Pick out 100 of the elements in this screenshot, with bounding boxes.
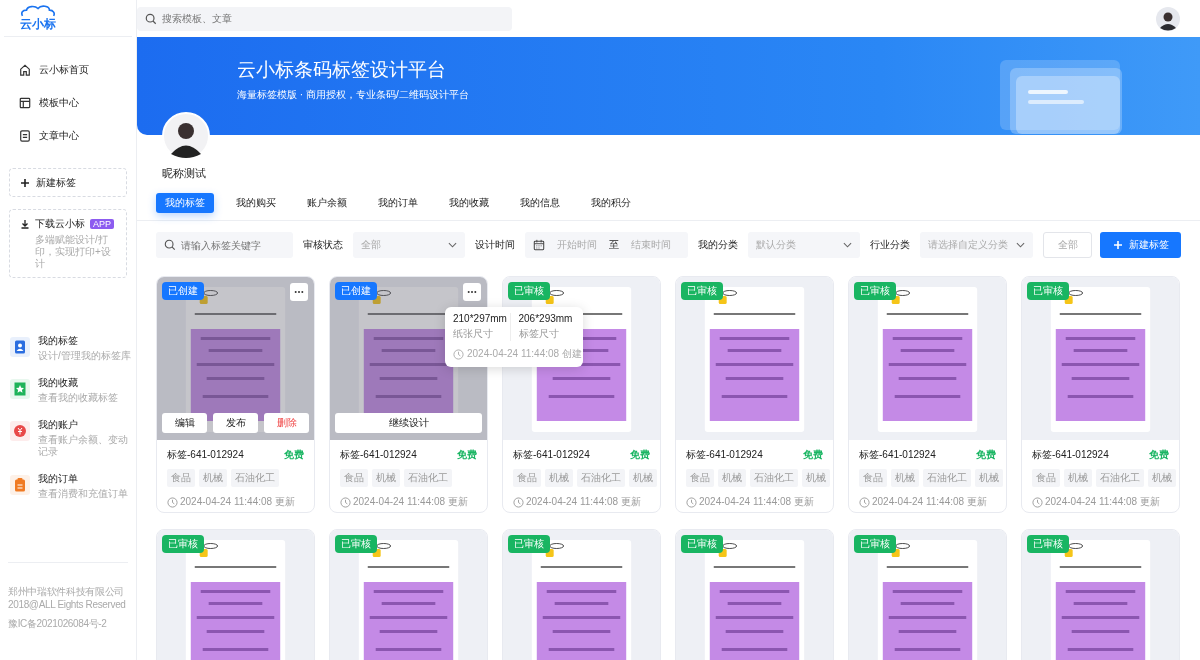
layout-icon [19,97,31,109]
tag: 机械 [975,469,1003,487]
new-label-button[interactable]: 新建标签 [9,168,127,197]
profile-avatar [162,112,210,160]
tag: 机械 [802,469,830,487]
industry-label: 行业分类 [870,238,910,252]
menu-item[interactable]: 我的账户 [38,418,136,432]
plus-icon [1112,240,1123,250]
user-avatar[interactable] [1156,6,1180,31]
label-card[interactable]: 已创建 编辑 发布 删除 标签-641-012924 免费 食品 机械 石油化工 2024-04-24 11:44:08 更新 [156,276,315,513]
more-button[interactable] [290,283,308,301]
status-badge: 已审核 [854,282,896,300]
menu-item-description: 查看消费和充值订单 [38,488,129,500]
card-title: 标签-641-012924 [340,448,417,462]
updated-time: 2024-04-24 11:44:08 更新 [872,495,987,509]
tag: 食品 [859,469,887,487]
tag: 机械 [891,469,919,487]
footer-text: 豫IC备2021026084号-2 [8,617,107,630]
nav-item[interactable]: 文章中心 [0,127,136,145]
status-badge: 已审核 [681,535,723,553]
date-range-field[interactable]: 开始时间 至 结束时间 [525,232,688,258]
search-icon [145,12,157,25]
status-badge: 已审核 [1027,535,1069,553]
tab[interactable]: 我的购买 [227,193,285,213]
tab[interactable]: 我的积分 [582,193,640,213]
clock-icon [167,496,178,508]
search-icon [164,239,176,251]
tag: 食品 [513,469,541,487]
status-badge: 已审核 [508,535,550,553]
price-text: 免费 [457,448,477,462]
download-panel[interactable]: 下载云小标 APP 多端赋能设计/打印，实现打印+设计 [9,209,127,278]
clock-icon [859,496,870,508]
tag: 石油化工 [404,469,452,487]
label-card[interactable]: 已审核 标签-641-012924 免费 食品 机械 石油化工 机械 2024-04-24 11:44:08 更新 [1021,276,1180,513]
tab[interactable]: 我的信息 [511,193,569,213]
card-action-button[interactable]: 编辑 [162,413,207,433]
card-title: 标签-641-012924 [167,448,244,462]
label-size: 206*293mm [518,313,574,324]
clock-icon [513,496,524,508]
price-text: 免费 [284,448,304,462]
logo-text: 云小标 [20,17,56,31]
tag: 食品 [340,469,368,487]
tag: 机械 [372,469,400,487]
price-text: 免费 [630,448,650,462]
tag: 机械 [1064,469,1092,487]
clock-icon [453,348,464,360]
menu-item[interactable]: 我的订单 [38,472,130,486]
card-title: 标签-641-012924 [1032,448,1109,462]
status-badge: 已审核 [1027,282,1069,300]
clock-icon [686,496,697,508]
label-size-label: 标签尺寸 [518,327,560,341]
banner-subtitle: 海量标签模版 · 商用授权，专业条码/二维码设计平台 [237,87,469,102]
new-label-button[interactable]: 新建标签 [1100,232,1181,258]
tag: 食品 [686,469,714,487]
more-icon [467,290,477,294]
tag: 机械 [1148,469,1176,487]
status-badge: 已审核 [162,535,204,553]
tag: 石油化工 [923,469,971,487]
tag: 机械 [545,469,573,487]
menu-item[interactable]: 我的标签 [38,334,133,348]
tab[interactable]: 账户余额 [298,193,356,213]
tab[interactable]: 我的订单 [369,193,427,213]
tab[interactable]: 我的标签 [156,193,214,213]
tab[interactable]: 我的收藏 [440,193,498,213]
nav-item[interactable]: 云小标首页 [0,61,136,79]
updated-time: 2024-04-24 11:44:08 更新 [1045,495,1160,509]
nav-item[interactable]: 模板中心 [0,94,136,112]
card-title: 标签-641-012924 [513,448,590,462]
tag: 石油化工 [231,469,279,487]
tag: 石油化工 [577,469,625,487]
keyword-field[interactable]: 请输入标签关键字 [156,232,293,258]
card-action-button[interactable]: 继续设计 [335,413,482,433]
label-card[interactable]: 已审核 标签-641-012924 免费 食品 机械 石油化工 机械 2024-04-24 11:44:08 更新 [848,276,1007,513]
tag: 石油化工 [750,469,798,487]
search-field[interactable]: 搜索模板、文章 [137,6,512,31]
card-action-button[interactable]: 删除 [264,413,309,433]
clock-icon [1032,496,1043,508]
calendar-icon [533,239,545,251]
updated-time: 2024-04-24 11:44:08 更新 [353,495,468,509]
plus-icon [20,177,30,188]
more-button[interactable] [463,283,481,301]
status-badge: 已审核 [335,535,377,553]
chevron-down-icon [1016,242,1025,248]
card-action-button[interactable]: 发布 [213,413,258,433]
chevron-down-icon [448,242,457,248]
menu-item[interactable]: 我的收藏 [38,376,120,390]
price-text: 免费 [1149,448,1169,462]
nickname: 昵称测试 [162,166,206,181]
label-card[interactable]: 已审核 标签-641-012924 免费 食品 机械 石油化工 机械 2024-04-24 11:44:08 更新 [675,276,834,513]
cloud-icon [20,5,56,17]
download-title: 下载云小标 [35,217,85,231]
status-badge: 已创建 [335,282,377,300]
status-label: 审核状态 [303,238,343,252]
menu-item-description: 查看账户余额、变动记录 [38,434,129,458]
price-text: 免费 [976,448,996,462]
banner-title: 云小标条码标签设计平台 [237,57,447,82]
home-icon [19,64,31,76]
tag: 机械 [718,469,746,487]
status-badge: 已创建 [162,282,204,300]
contact-card-icon [10,337,30,357]
